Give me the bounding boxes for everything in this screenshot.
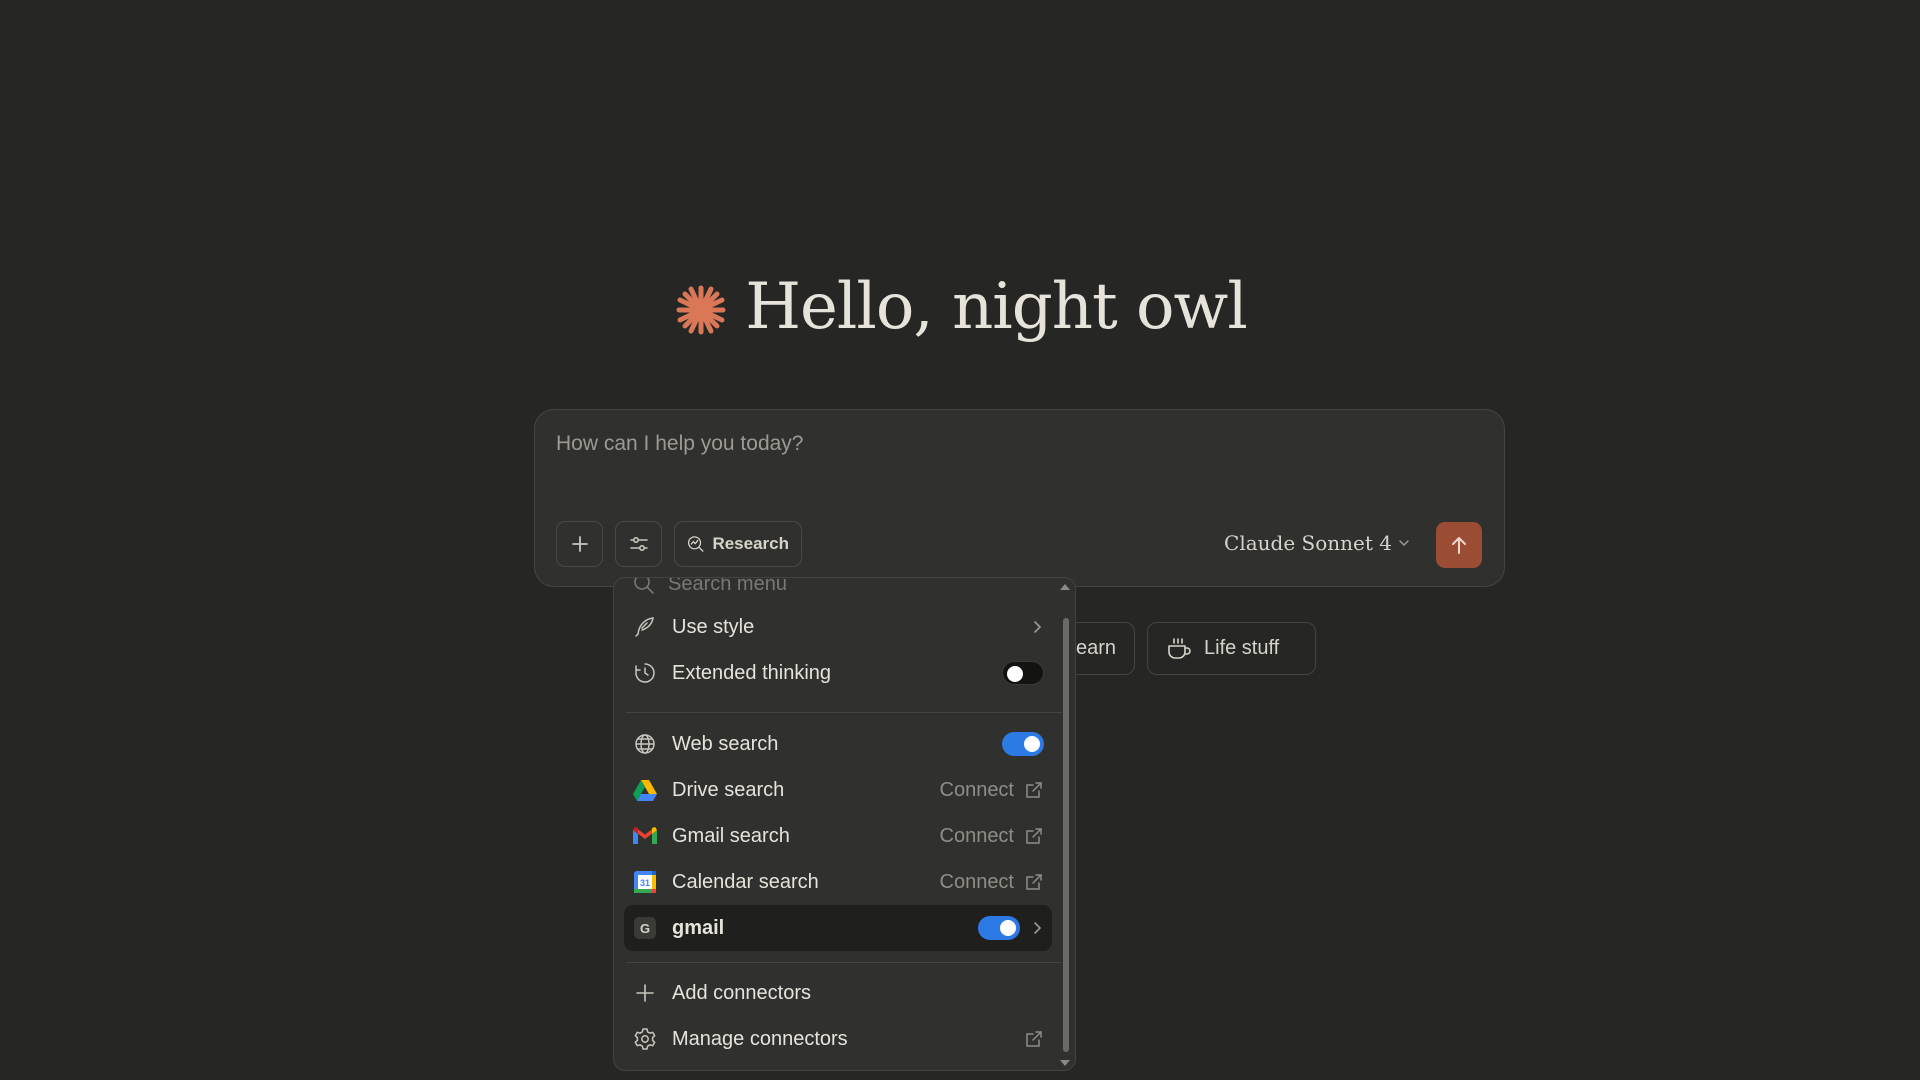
menu-scrollbar[interactable] [1060,578,1073,1070]
menu-item-calendar-search[interactable]: 31 Calendar search Connect [624,859,1052,905]
menu-item-add-connectors[interactable]: Add connectors [624,970,1052,1016]
model-selector[interactable]: Claude Sonnet 4 [1224,531,1410,555]
feather-pen-icon [632,614,658,640]
coffee-cup-icon [1168,637,1191,659]
web-search-toggle[interactable] [1002,732,1044,756]
menu-item-web-search-label: Web search [672,732,779,755]
tools-button[interactable] [615,521,662,567]
scroll-down-icon[interactable] [1060,1060,1070,1066]
g-letter-icon: G [634,917,656,939]
google-drive-icon [632,777,658,803]
external-link-icon [1026,828,1042,844]
menu-item-use-style-label: Use style [672,615,755,638]
message-input[interactable]: How can I help you today? [556,432,804,456]
menu-search-placeholder: Search menu [668,577,787,595]
calendar-connect-label[interactable]: Connect [940,871,1015,894]
calendar-day-text: 31 [640,878,650,888]
greeting: Hello, night owl [0,270,1920,344]
menu-item-add-connectors-label: Add connectors [672,981,811,1004]
menu-item-calendar-search-label: Calendar search [672,870,819,893]
greeting-title: Hello, night owl [745,270,1248,344]
menu-item-manage-connectors[interactable]: Manage connectors [624,1016,1052,1062]
external-link-icon [1026,874,1042,890]
globe-icon [632,731,658,757]
sliders-icon [629,536,648,552]
menu-item-gmail-connector[interactable]: G gmail [624,905,1052,951]
menu-item-extended-thinking-label: Extended thinking [672,661,832,684]
external-link-icon [1026,1031,1042,1047]
menu-item-drive-search[interactable]: Drive search Connect [624,767,1052,813]
chevron-right-icon [1034,621,1042,633]
tools-menu: Search menu Use style Extended thinking … [613,577,1076,1071]
google-calendar-icon: 31 [632,869,658,895]
menu-item-web-search[interactable]: Web search [624,721,1052,767]
external-link-icon [1026,782,1042,798]
drive-connect-label[interactable]: Connect [940,779,1015,802]
scrollbar-thumb[interactable] [1063,618,1069,1052]
send-button[interactable] [1436,522,1482,568]
menu-search[interactable]: Search menu [632,577,787,596]
plus-icon [571,536,588,552]
gmail-connector-icon-wrap: G [632,915,658,941]
model-label: Claude Sonnet 4 [1224,531,1392,555]
search-icon [634,578,654,594]
gmail-connect-label[interactable]: Connect [940,825,1015,848]
research-icon [687,536,704,552]
chip-life-stuff[interactable]: Life stuff [1147,622,1316,675]
menu-item-gmail-search-label: Gmail search [672,824,790,847]
menu-divider [626,712,1062,713]
gmail-connector-toggle[interactable] [978,916,1020,940]
research-button[interactable]: Research [674,521,802,567]
chevron-down-icon [1399,540,1409,547]
plus-icon [632,980,658,1006]
research-label: Research [712,534,789,553]
menu-item-drive-search-label: Drive search [672,778,785,801]
menu-divider [626,962,1062,963]
message-composer: How can I help you today? Research Claud… [534,409,1505,587]
add-attachment-button[interactable] [556,521,603,567]
chevron-right-icon[interactable] [1030,921,1044,935]
extended-thinking-toggle[interactable] [1002,661,1044,685]
chip-learn-label: earn [1075,637,1116,659]
chip-life-stuff-label: Life stuff [1204,637,1280,659]
menu-item-manage-connectors-label: Manage connectors [672,1027,848,1050]
clock-icon [632,660,658,686]
menu-item-gmail-search[interactable]: Gmail search Connect [624,813,1052,859]
menu-item-gmail-connector-label: gmail [672,916,725,939]
claude-logo-icon [676,285,726,335]
menu-item-extended-thinking[interactable]: Extended thinking [624,650,1052,696]
gear-icon [632,1026,658,1052]
menu-item-use-style[interactable]: Use style [624,604,1052,650]
arrow-up-icon [1452,537,1466,554]
gmail-icon [632,823,658,849]
scroll-up-icon[interactable] [1060,584,1070,590]
